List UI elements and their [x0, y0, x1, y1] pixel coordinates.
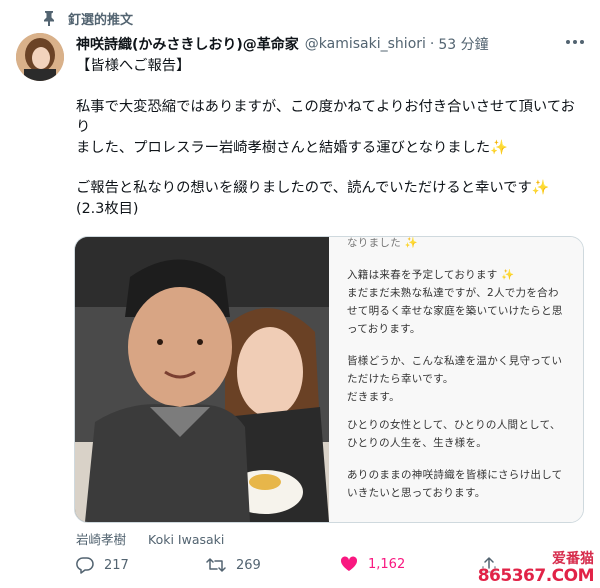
tag-name-en[interactable]: Koki Iwasaki — [148, 532, 224, 547]
avatar[interactable] — [16, 33, 64, 81]
tweet-media[interactable]: なりました ✨ 入籍は来春を予定しております ✨ まだまだ未熟な私達ですが、2人… — [74, 236, 584, 523]
retweet-count: 269 — [236, 557, 261, 573]
letter-line: まだまだ未熟な私達ですが、2人で力を合わ — [347, 287, 559, 299]
couple-photo[interactable] — [75, 237, 329, 522]
tweet-line: (2.3枚目) — [76, 200, 139, 217]
author-handle[interactable]: @kamisaki_shiori — [305, 36, 426, 52]
heart-icon — [340, 556, 358, 571]
tagged-users: 岩崎孝樹 Koki Iwasaki — [76, 529, 242, 548]
tweet-line: 私事で大変恐縮ではありますが、この度かねてよりお付き合いさせて頂いており — [76, 98, 575, 136]
tweet-line: ご報告と私なりの想いを綴りましたので、読んでいただけると幸いです✨ — [76, 180, 550, 196]
tweet-header: 神咲詩織(かみさきしおり)@革命家 @kamisaki_shiori · 53 … — [76, 34, 489, 54]
like-count: 1,162 — [368, 556, 406, 572]
more-options-icon[interactable] — [564, 34, 586, 50]
pin-icon — [44, 11, 54, 26]
tweet-body: 【皆様へご報告】 私事で大変恐縮ではありますが、この度かねてよりお付き合いさせて… — [76, 56, 576, 260]
reply-button[interactable]: 217 — [76, 556, 129, 574]
tweet-line: 【皆様へご報告】 — [76, 58, 191, 74]
tag-name-ja[interactable]: 岩崎孝樹 — [76, 532, 126, 547]
watermark-site: 865367.COM — [477, 566, 595, 586]
letter-line: せて明るく幸せな家庭を築いていけたらと思 — [347, 305, 563, 317]
retweet-button[interactable]: 269 — [206, 556, 261, 574]
letter-line: 皆様どうか、こんな私達を温かく見守ってい — [347, 355, 563, 367]
pinned-indicator: 釘選的推文 — [42, 8, 133, 28]
like-button[interactable]: 1,162 — [340, 556, 405, 572]
tweet-time[interactable]: 53 分鐘 — [438, 34, 488, 54]
author-name[interactable]: 神咲詩織(かみさきしおり)@革命家 — [76, 34, 299, 54]
retweet-icon — [206, 558, 226, 572]
pinned-label: 釘選的推文 — [68, 12, 134, 28]
letter-line: 入籍は来春を予定しております ✨ — [347, 269, 515, 281]
letter-image[interactable]: なりました ✨ 入籍は来春を予定しております ✨ まだまだ未熟な私達ですが、2人… — [329, 237, 583, 522]
letter-line: ありのままの神咲詩織を皆様にさらけ出して — [347, 469, 563, 481]
letter-line: なりました ✨ — [347, 237, 419, 249]
letter-line: ひとりの女性として、ひとりの人間として、 — [347, 419, 561, 431]
watermark: 爱番猫 865367.COM — [478, 548, 595, 586]
tweet-line: ました、プロレスラー岩崎孝樹さんと結婚する運びとなりました✨ — [76, 139, 508, 156]
letter-line: ひとりの人生を、生き様を。 — [347, 437, 488, 449]
letter-line: いきたいと思っております。 — [347, 487, 486, 499]
watermark-name: 爱番猫 — [552, 551, 594, 567]
letter-line: っております。 — [347, 323, 421, 335]
letter-line: だきます。 — [347, 391, 400, 403]
reply-icon — [76, 557, 94, 574]
letter-line: ただけたら幸いです。 — [347, 373, 454, 385]
reply-count: 217 — [104, 557, 129, 573]
